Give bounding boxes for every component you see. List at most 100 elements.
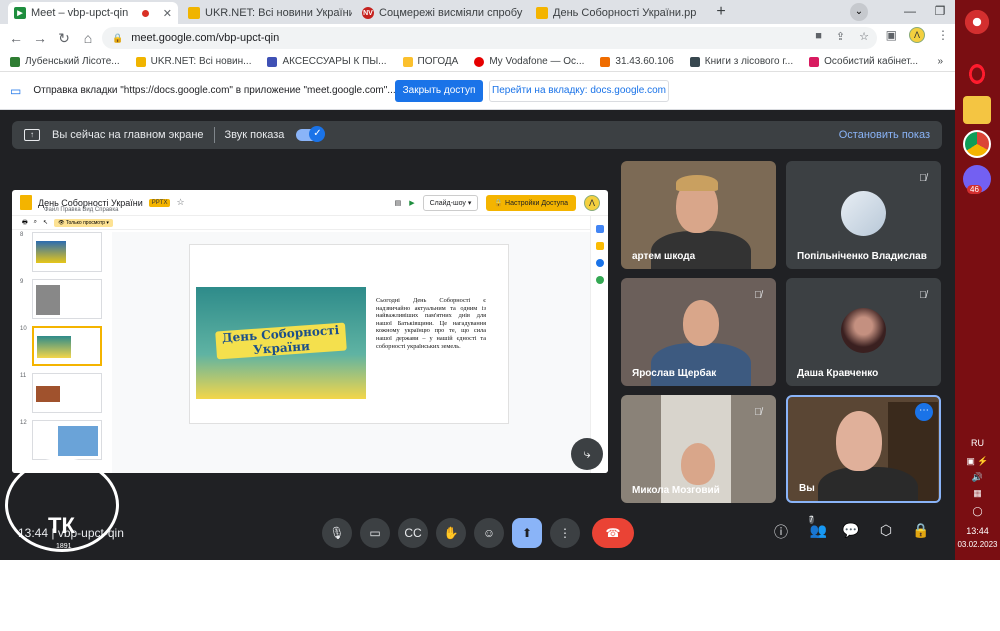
- opera-icon[interactable]: [963, 60, 991, 88]
- tab-share-infobar: ▭ Отправка вкладки "https://docs.google.…: [0, 72, 955, 110]
- zoom-icon[interactable]: ⌕: [34, 219, 37, 226]
- file-explorer-icon[interactable]: [963, 96, 991, 124]
- network-icon[interactable]: ▦: [955, 488, 1000, 499]
- tab-meet[interactable]: ▶ Meet – vbp-upct-qin ✕: [8, 2, 178, 24]
- document-title[interactable]: День Соборності України: [38, 198, 143, 208]
- taskbar-date[interactable]: 03.02.2023: [955, 540, 1000, 549]
- keep-icon[interactable]: [595, 242, 604, 250]
- switch-tab-button[interactable]: Перейти на вкладку: docs.google.com: [489, 80, 669, 102]
- self-tile[interactable]: ⋯ Вы: [786, 395, 941, 503]
- sound-toggle[interactable]: [296, 126, 326, 142]
- home-button[interactable]: ⌂: [76, 30, 100, 46]
- bookmark-item[interactable]: UKR.NET: Всі новин...: [135, 56, 251, 67]
- address-bar[interactable]: 🔒 meet.google.com/vbp-upct-qin ■ ⇪ ☆: [102, 27, 877, 49]
- minimize-button[interactable]: —: [895, 0, 925, 24]
- more-bookmarks-icon[interactable]: »: [937, 56, 943, 67]
- participant-name: Микола Мозговий: [632, 485, 720, 496]
- tab-ukrnet[interactable]: UKR.NET: Всі новини України, ос ✕: [182, 2, 352, 24]
- slide-banner-text: День Соборності України: [215, 322, 347, 360]
- meeting-details-icon[interactable]: ⓘ: [770, 522, 792, 542]
- bookmark-star-icon[interactable]: ☆: [859, 30, 869, 43]
- stop-sharing-button[interactable]: Закрыть доступ: [395, 80, 483, 102]
- forward-button[interactable]: →: [28, 30, 52, 46]
- tab-search-button[interactable]: ⌄: [850, 3, 868, 21]
- recording-app-icon[interactable]: [963, 8, 991, 36]
- bookmark-item[interactable]: ПОГОДА: [402, 56, 458, 67]
- divider: [213, 127, 215, 143]
- close-icon[interactable]: ✕: [163, 7, 172, 20]
- mic-off-icon: 🎙̸: [754, 407, 762, 418]
- activities-icon[interactable]: ⬡: [875, 522, 897, 542]
- college-logo: ТК 1891: [5, 458, 119, 552]
- slide-thumbnail[interactable]: [32, 232, 102, 272]
- user-avatar[interactable]: Λ: [584, 195, 600, 211]
- slide-thumbnail[interactable]: [32, 420, 102, 460]
- tasks-icon[interactable]: [595, 259, 604, 267]
- share-options-button[interactable]: ⤷: [571, 438, 603, 470]
- back-button[interactable]: ←: [4, 30, 28, 46]
- participant-tile[interactable]: 🎙̸ Даша Кравченко: [786, 278, 941, 386]
- leave-call-button[interactable]: ☎: [592, 518, 634, 548]
- bookmark-item[interactable]: 31.43.60.106: [600, 56, 674, 67]
- meet-stage: ↑ Вы сейчас на главном экране Звук показ…: [0, 110, 955, 560]
- chrome-icon[interactable]: [963, 130, 991, 158]
- share-settings-button[interactable]: 🔒 Настройки Доступа: [486, 195, 576, 211]
- tab-slides[interactable]: День Соборності України.pp ✕: [530, 2, 706, 24]
- print-icon[interactable]: 🖶: [22, 218, 28, 228]
- participant-tile[interactable]: 🎙̸ Микола Мозговий: [621, 395, 776, 503]
- present-button[interactable]: ⬆: [512, 518, 542, 548]
- meet-controls-bar: 13:44 | vbp-upct-qin 🎙 ▭ CC ✋ ☺ ⬆ ⋮ ☎ ⓘ …: [0, 512, 955, 560]
- cursor-icon[interactable]: ↖: [43, 219, 48, 226]
- maximize-button[interactable]: ❐: [925, 0, 955, 24]
- slides-menu[interactable]: Файл Правка Вид Справка: [44, 207, 118, 213]
- raise-hand-button[interactable]: ✋: [436, 518, 466, 548]
- tab-news[interactable]: NV Соцмережі висміяли спробу РФ ✕: [356, 2, 526, 24]
- opera-tray-icon[interactable]: ◯: [955, 506, 1000, 517]
- camera-button[interactable]: ▭: [360, 518, 390, 548]
- new-tab-button[interactable]: +: [710, 2, 732, 22]
- camera-icon[interactable]: ■: [815, 30, 822, 43]
- host-controls-icon[interactable]: 🔒: [910, 522, 932, 542]
- participant-tile[interactable]: артем шкода: [621, 161, 776, 269]
- view-mode-badge[interactable]: 👁 Только просмотр ▾: [54, 218, 113, 227]
- chat-icon[interactable]: 💬: [840, 522, 862, 542]
- bookmark-item[interactable]: My Vodafone — Ос...: [474, 56, 584, 67]
- taskbar-time[interactable]: 13:44: [955, 526, 1000, 536]
- bookmark-item[interactable]: Особистий кабінет...: [809, 56, 918, 67]
- mic-off-icon: 🎙̸: [919, 173, 927, 184]
- slide-thumbnail-selected[interactable]: [32, 326, 102, 366]
- meet-icon[interactable]: ▶: [409, 199, 414, 207]
- bookmark-item[interactable]: АКСЕССУАРЫ К ПЫ...: [267, 56, 387, 67]
- participant-name: Попільніченко Владислав: [797, 251, 927, 262]
- slide-thumbnail[interactable]: [32, 373, 102, 413]
- more-options-button[interactable]: ⋯: [915, 403, 933, 421]
- reload-button[interactable]: ↻: [52, 30, 76, 47]
- menu-icon[interactable]: ⋮: [937, 28, 949, 42]
- captions-button[interactable]: CC: [398, 518, 428, 548]
- participant-tile[interactable]: 🎙̸ Попільніченко Владислав: [786, 161, 941, 269]
- maps-icon[interactable]: [595, 276, 604, 284]
- calendar-icon[interactable]: [595, 225, 604, 233]
- sidepanel-icon[interactable]: ▣: [886, 28, 897, 42]
- more-options-button[interactable]: ⋮: [550, 518, 580, 548]
- volume-icon[interactable]: 🔊: [955, 472, 1000, 483]
- sound-label: Звук показа: [224, 129, 285, 141]
- share-icon[interactable]: ⇪: [836, 30, 845, 43]
- emoji-button[interactable]: ☺: [474, 518, 504, 548]
- participant-name: артем шкода: [632, 251, 696, 262]
- stop-presenting-button[interactable]: Остановить показ: [839, 129, 930, 141]
- bookmarks-bar: Лубенський Лісоте... UKR.NET: Всі новин.…: [0, 52, 955, 72]
- logo-year: 1891: [56, 543, 72, 550]
- people-icon[interactable]: 7👥: [805, 515, 827, 542]
- comments-icon[interactable]: ▤: [395, 199, 402, 207]
- slide-thumbnail[interactable]: [32, 279, 102, 319]
- bookmark-item[interactable]: Лубенський Лісоте...: [10, 56, 120, 67]
- tray-icons[interactable]: ▣ ⚡: [955, 456, 1000, 467]
- language-indicator[interactable]: RU: [955, 438, 1000, 448]
- participant-tile[interactable]: 🎙̸ Ярослав Щербак: [621, 278, 776, 386]
- profile-avatar[interactable]: Λ: [909, 27, 925, 43]
- microphone-button[interactable]: 🎙: [322, 518, 352, 548]
- slideshow-button[interactable]: Слайд-шоу ▾: [422, 195, 479, 211]
- bookmark-item[interactable]: Книги з лісового г...: [689, 56, 793, 67]
- star-icon[interactable]: ☆: [176, 197, 184, 208]
